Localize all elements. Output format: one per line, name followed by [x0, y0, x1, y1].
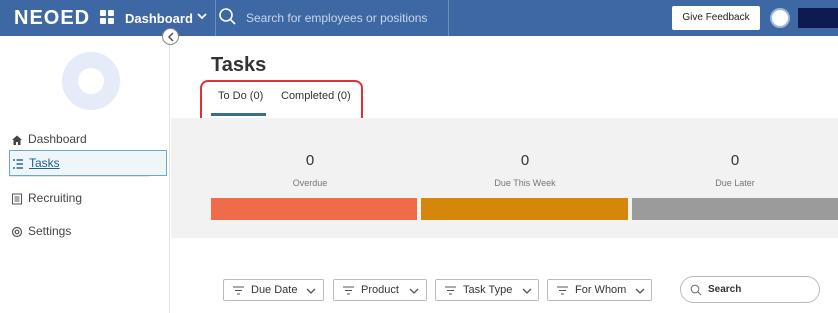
gear-icon	[11, 226, 23, 238]
sidebar-item-label: Recruiting	[28, 191, 83, 205]
list-icon	[13, 159, 23, 169]
due-this-week-count: 0	[520, 152, 530, 169]
brand-logo[interactable]: NEOED	[14, 7, 90, 30]
due-this-week-label: Due This Week	[494, 178, 556, 188]
nav-divider	[448, 0, 449, 36]
search-icon	[219, 8, 236, 25]
chevron-down-icon	[635, 288, 645, 294]
filter-icon	[557, 286, 568, 295]
filter-label: Due Date	[251, 284, 298, 296]
sidebar-item-tasks[interactable]: Tasks	[9, 150, 167, 176]
nav-dashboard-menu[interactable]: Dashboard	[125, 11, 193, 26]
give-feedback-button[interactable]: Give Feedback	[672, 6, 760, 30]
page-title: Tasks	[211, 54, 267, 76]
filter-label: Product	[361, 284, 399, 296]
for-whom-filter[interactable]: For Whom	[547, 279, 652, 301]
sidebar-divider	[9, 176, 149, 177]
sidebar-item-label: Dashboard	[28, 132, 87, 146]
overdue-count: 0	[305, 152, 315, 169]
chevron-left-icon	[167, 32, 174, 42]
org-logo	[62, 52, 120, 110]
chevron-down-icon	[409, 288, 419, 294]
chevron-down-icon[interactable]	[196, 10, 208, 22]
product-filter[interactable]: Product	[333, 279, 427, 301]
apps-grid-icon[interactable]	[100, 10, 114, 24]
global-search-placeholder: Search for employees or positions	[246, 11, 428, 25]
top-nav-bar: NEOED Dashboard Search for employees or …	[0, 0, 838, 36]
due-later-count: 0	[730, 152, 740, 169]
chevron-down-icon	[306, 288, 316, 294]
overdue-label: Overdue	[292, 178, 328, 188]
filter-icon	[445, 286, 456, 295]
document-icon	[12, 193, 22, 205]
due-later-label: Due Later	[715, 178, 755, 188]
global-search[interactable]: Search for employees or positions	[215, 0, 450, 36]
search-label: Search	[708, 284, 742, 295]
home-icon	[12, 135, 22, 145]
filter-label: Task Type	[463, 284, 513, 296]
overdue-bar[interactable]	[211, 198, 417, 220]
due-this-week-bar[interactable]	[421, 198, 628, 220]
filter-label: For Whom	[575, 284, 627, 296]
task-type-filter[interactable]: Task Type	[435, 279, 539, 301]
account-menu[interactable]	[798, 8, 838, 28]
filter-icon	[233, 286, 244, 295]
sidebar-item-settings[interactable]: Settings	[9, 219, 169, 245]
sidebar-item-label: Settings	[28, 224, 72, 238]
sidebar-item-label: Tasks	[29, 156, 60, 170]
chevron-down-icon	[522, 288, 532, 294]
sidebar-item-recruiting[interactable]: Recruiting	[9, 186, 169, 212]
task-search-input[interactable]: Search	[680, 276, 820, 303]
filter-icon	[343, 286, 354, 295]
search-icon	[690, 284, 702, 296]
collapse-sidebar-button[interactable]	[162, 28, 179, 45]
due-later-bar[interactable]	[632, 198, 838, 220]
due-date-filter[interactable]: Due Date	[223, 279, 324, 301]
user-avatar[interactable]	[770, 8, 790, 28]
